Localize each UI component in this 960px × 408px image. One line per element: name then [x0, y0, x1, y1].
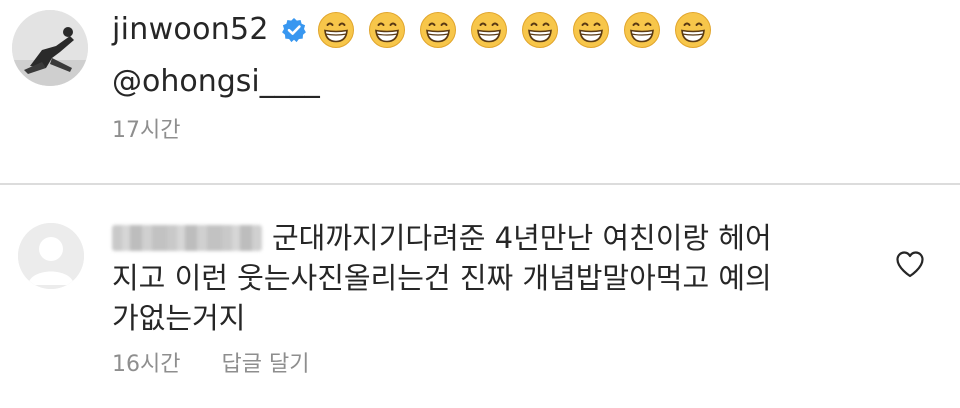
heart-outline-icon[interactable]: [895, 250, 925, 278]
comment-body: 군대까지기다려준 4년만난 여친이랑 헤어 지고 이런 웃는사진올리는건 진짜 …: [112, 218, 872, 338]
mention-link[interactable]: @ohongsi____: [112, 62, 320, 102]
grinning-face-emoji: [471, 12, 507, 48]
comment-line-text: 군대까지기다려준 4년만난 여친이랑 헤어: [272, 221, 772, 255]
verified-badge-icon: [282, 18, 306, 43]
grinning-face-emoji: [573, 12, 609, 48]
grinning-face-emoji: [624, 12, 660, 48]
grinning-face-emoji: [369, 12, 405, 48]
grinning-face-emoji: [420, 12, 456, 48]
user-avatar[interactable]: [12, 10, 88, 86]
comment-line: 지고 이런 웃는사진올리는건 진짜 개념밥말아먹고 예의: [112, 261, 772, 295]
caption-timestamp[interactable]: 17시간: [112, 117, 180, 145]
emoji-row: [317, 10, 712, 50]
divider: [0, 183, 960, 185]
post-caption: jinwoon52 @ohongsi____ 17시간: [0, 0, 960, 183]
commenter-avatar[interactable]: [18, 223, 84, 289]
comment-line: 군대까지기다려준 4년만난 여친이랑 헤어: [112, 218, 872, 258]
comment-line: 가없는거지: [112, 301, 246, 335]
grinning-face-emoji: [522, 12, 558, 48]
username[interactable]: jinwoon52: [112, 10, 269, 50]
blurred-commenter-name[interactable]: [112, 225, 262, 251]
grinning-face-emoji: [318, 12, 354, 48]
comment-actions: 16시간 답글 달기: [112, 351, 309, 379]
comment-timestamp[interactable]: 16시간: [112, 352, 180, 377]
grinning-face-emoji: [675, 12, 711, 48]
reply-button[interactable]: 답글 달기: [221, 352, 309, 377]
